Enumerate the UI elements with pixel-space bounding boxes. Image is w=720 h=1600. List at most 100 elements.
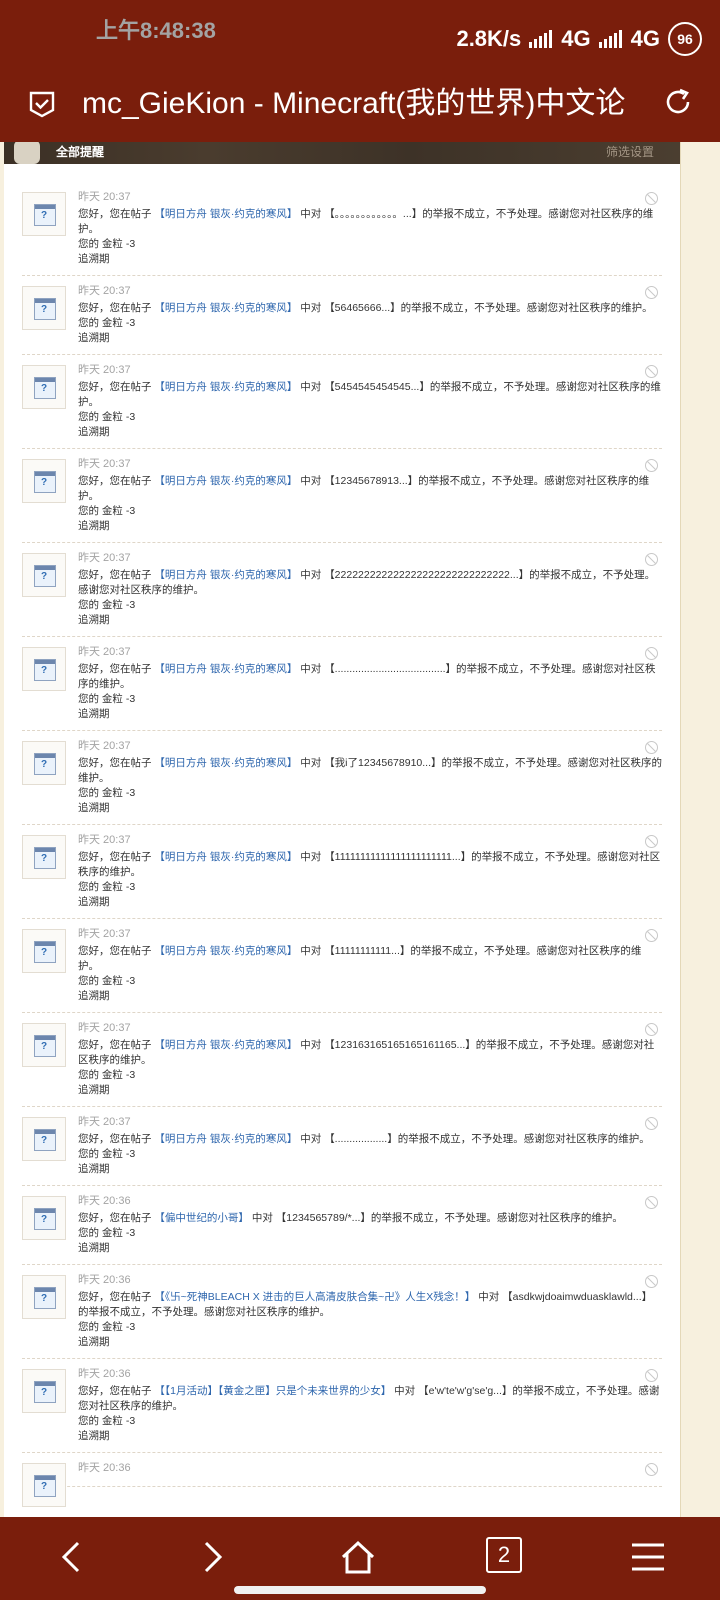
notice-time: 昨天 20:37 <box>78 834 131 846</box>
gold-change: 您的 金粒 -3 <box>78 787 136 799</box>
delete-notice-icon[interactable] <box>645 647 658 660</box>
network-type-1: 4G <box>561 26 591 51</box>
thread-link[interactable]: 【【1月活动】【黄金之匣】只是个未来世界的少女】 <box>154 1385 391 1397</box>
notice-mid: 中对 <box>297 208 325 220</box>
gold-change: 您的 金粒 -3 <box>78 599 136 611</box>
forward-icon[interactable] <box>194 1539 230 1575</box>
thread-link[interactable]: 【明日方舟 银灰·约克的寒风】 <box>154 208 297 220</box>
notice-message: 您好，您在帖子 【明日方舟 银灰·约克的寒风】 中对 【。。。。。。。。。。。。… <box>78 207 662 237</box>
retro-tag: 追溯期 <box>78 253 110 265</box>
notice-time: 昨天 20:36 <box>78 1274 131 1286</box>
notice-prefix: 您好，您在帖子 <box>78 1385 152 1397</box>
gesture-home-bar[interactable] <box>234 1586 486 1594</box>
notice-message: 您好，您在帖子 【明日方舟 银灰·约克的寒风】 中对 【............… <box>78 1132 662 1147</box>
filter-settings-link[interactable]: 筛选设置 <box>606 143 654 160</box>
notice-body: 昨天 20:37 您好，您在帖子 【明日方舟 银灰·约克的寒风】 中对 【564… <box>78 284 662 346</box>
notice-title: 全部提醒 <box>56 145 105 159</box>
delete-notice-icon[interactable] <box>645 192 658 205</box>
delete-notice-icon[interactable] <box>645 1275 658 1288</box>
tabs-count-button[interactable]: 2 <box>486 1537 522 1573</box>
notification-item: 昨天 20:37 您好，您在帖子 【明日方舟 银灰·约克的寒风】 中对 【111… <box>22 825 662 919</box>
home-icon[interactable] <box>340 1539 376 1575</box>
document-icon <box>34 204 56 226</box>
thread-link[interactable]: 【明日方舟 银灰·约克的寒风】 <box>154 569 297 581</box>
notice-avatar[interactable] <box>22 741 66 785</box>
notification-item: 昨天 20:37 您好，您在帖子 【明日方舟 银灰·约克的寒风】 中对 【545… <box>22 355 662 449</box>
shield-check-icon[interactable] <box>28 90 56 118</box>
thread-link[interactable]: 【明日方舟 银灰·约克的寒风】 <box>154 757 297 769</box>
notice-avatar[interactable] <box>22 1196 66 1240</box>
thread-link[interactable]: 【明日方舟 银灰·约克的寒风】 <box>154 1039 297 1051</box>
delete-notice-icon[interactable] <box>645 835 658 848</box>
thread-link[interactable]: 【明日方舟 银灰·约克的寒风】 <box>154 663 297 675</box>
notice-header: 全部提醒 筛选设置 <box>4 142 680 164</box>
thread-link[interactable]: 【明日方舟 银灰·约克的寒风】 <box>154 302 297 314</box>
notice-time: 昨天 20:37 <box>78 740 131 752</box>
gold-change: 您的 金粒 -3 <box>78 1069 136 1081</box>
delete-notice-icon[interactable] <box>645 1117 658 1130</box>
back-icon[interactable] <box>54 1539 90 1575</box>
thread-link[interactable]: 【明日方舟 银灰·约克的寒风】 <box>154 851 297 863</box>
document-icon <box>34 1129 56 1151</box>
notice-avatar[interactable] <box>22 553 66 597</box>
notice-avatar[interactable] <box>22 192 66 236</box>
notification-item: 昨天 20:36 您好，您在帖子 【【1月活动】【黄金之匣】只是个未来世界的少女… <box>22 1359 662 1453</box>
retro-tag: 追溯期 <box>78 708 110 720</box>
notice-avatar[interactable] <box>22 929 66 973</box>
delete-notice-icon[interactable] <box>645 1463 658 1476</box>
retro-tag: 追溯期 <box>78 1430 110 1442</box>
notice-body: 昨天 20:37 您好，您在帖子 【明日方舟 银灰·约克的寒风】 中对 【545… <box>78 363 662 440</box>
report-text: 【1234565789/*...】的举报不成立，不予处理。感谢您对社区秩序的维护… <box>275 1212 623 1224</box>
delete-notice-icon[interactable] <box>645 1369 658 1382</box>
retro-tag: 追溯期 <box>78 896 110 908</box>
notice-avatar[interactable] <box>22 1463 66 1507</box>
delete-notice-icon[interactable] <box>645 929 658 942</box>
gold-change: 您的 金粒 -3 <box>78 881 136 893</box>
thread-link[interactable]: 【偏中世纪的小哥】 <box>154 1212 249 1224</box>
notice-avatar[interactable] <box>22 1117 66 1161</box>
notice-avatar[interactable] <box>22 365 66 409</box>
notice-message: 您好，您在帖子 【明日方舟 银灰·约克的寒风】 中对 【545454545454… <box>78 380 662 410</box>
notification-item: 昨天 20:37 您好，您在帖子 【明日方舟 银灰·约克的寒风】 中对 【564… <box>22 276 662 355</box>
delete-notice-icon[interactable] <box>645 365 658 378</box>
notification-item: 昨天 20:36 您好，您在帖子 【偏中世纪的小哥】 中对 【123456578… <box>22 1186 662 1265</box>
notice-body: 昨天 20:37 您好，您在帖子 【明日方舟 银灰·约克的寒风】 中对 【。。。… <box>78 190 662 267</box>
network-type-2: 4G <box>630 26 660 51</box>
delete-notice-icon[interactable] <box>645 1196 658 1209</box>
notice-prefix: 您好，您在帖子 <box>78 1133 152 1145</box>
thread-link[interactable]: 【明日方舟 银灰·约克的寒风】 <box>154 945 297 957</box>
notice-avatar[interactable] <box>22 1275 66 1319</box>
notice-avatar[interactable] <box>22 1369 66 1413</box>
notice-avatar[interactable] <box>22 647 66 691</box>
page-side-margin <box>680 142 720 1517</box>
notice-avatar[interactable] <box>22 1023 66 1067</box>
notice-mid: 中对 <box>297 851 325 863</box>
notice-prefix: 您好，您在帖子 <box>78 1039 152 1051</box>
document-icon <box>34 377 56 399</box>
document-icon <box>34 471 56 493</box>
notice-time: 昨天 20:36 <box>78 1195 131 1207</box>
notification-item: 昨天 20:37 您好，您在帖子 【明日方舟 银灰·约克的寒风】 中对 【111… <box>22 919 662 1013</box>
refresh-icon[interactable] <box>662 86 694 118</box>
notice-body: 昨天 20:37 您好，您在帖子 【明日方舟 银灰·约克的寒风】 中对 【123… <box>78 1021 662 1098</box>
notice-avatar[interactable] <box>22 286 66 330</box>
notice-prefix: 您好，您在帖子 <box>78 945 152 957</box>
menu-icon[interactable] <box>630 1539 666 1575</box>
delete-notice-icon[interactable] <box>645 286 658 299</box>
notice-body: 昨天 20:37 您好，您在帖子 【明日方舟 银灰·约克的寒风】 中对 【我i了… <box>78 739 662 816</box>
notice-time: 昨天 20:36 <box>78 1368 131 1380</box>
notice-avatar[interactable] <box>22 459 66 503</box>
notice-time: 昨天 20:37 <box>78 191 131 203</box>
delete-notice-icon[interactable] <box>645 553 658 566</box>
delete-notice-icon[interactable] <box>645 741 658 754</box>
page-title[interactable]: mc_GieKion - Minecraft(我的世界)中文论 <box>82 84 642 124</box>
delete-notice-icon[interactable] <box>645 1023 658 1036</box>
delete-notice-icon[interactable] <box>645 459 658 472</box>
thread-link[interactable]: 【《卐~死神BLEACH X 进击的巨人高清皮肤合集~卍》人生X残念！】 <box>154 1291 475 1303</box>
thread-link[interactable]: 【明日方舟 银灰·约克的寒风】 <box>154 381 297 393</box>
retro-tag: 追溯期 <box>78 1242 110 1254</box>
thread-link[interactable]: 【明日方舟 银灰·约克的寒风】 <box>154 1133 297 1145</box>
retro-tag: 追溯期 <box>78 1336 110 1348</box>
notice-avatar[interactable] <box>22 835 66 879</box>
thread-link[interactable]: 【明日方舟 银灰·约克的寒风】 <box>154 475 297 487</box>
